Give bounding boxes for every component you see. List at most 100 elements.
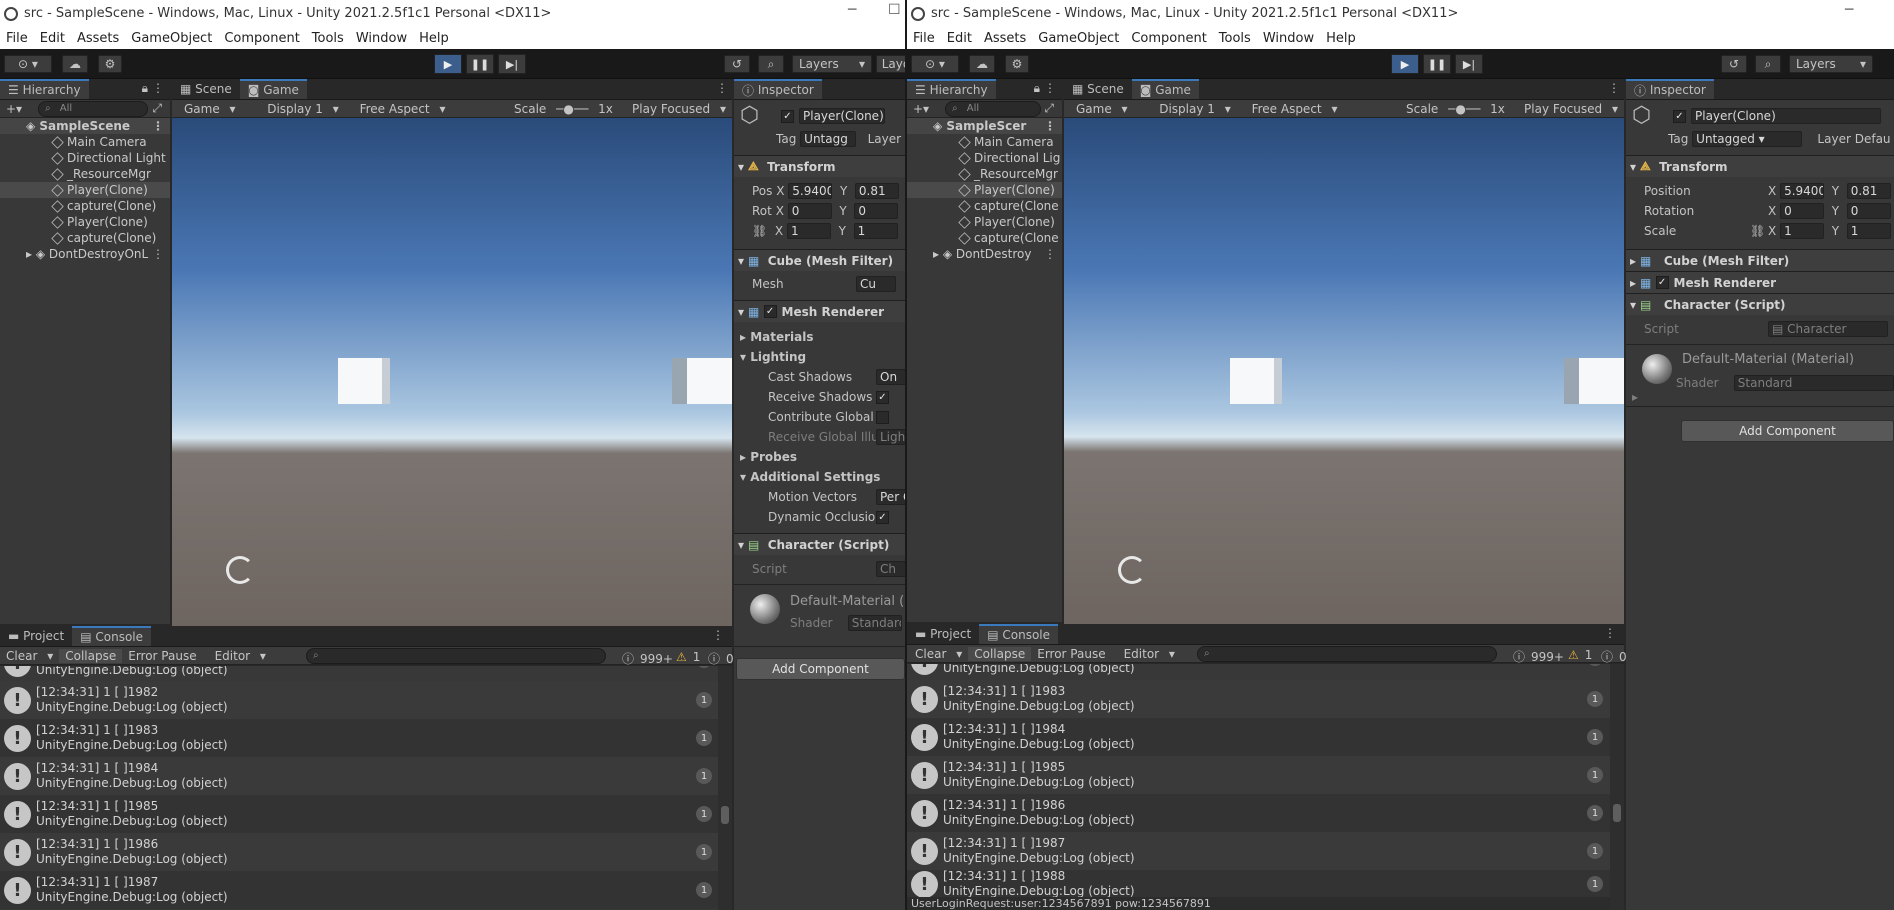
pos-x-field[interactable]: 5.9400 — [788, 183, 833, 199]
tab-console[interactable]: ▤ Console — [72, 626, 152, 646]
scale-slider[interactable]: Scale ─●── 1x — [1394, 102, 1512, 116]
expand-arrow-icon[interactable]: ▸ — [26, 247, 36, 261]
editor-dropdown[interactable]: Editor ▾ — [203, 649, 272, 663]
search-mode-icon[interactable]: ⤢ — [1038, 101, 1060, 116]
editor-dropdown[interactable]: Editor ▾ — [1112, 647, 1181, 661]
hierarchy-ddol-row[interactable]: ▸ ◈ DontDestroyOnL ⋮ — [26, 246, 170, 262]
active-checkbox[interactable]: ✓ — [1673, 109, 1686, 123]
menu-tools[interactable]: Tools — [1213, 31, 1257, 46]
hierarchy-item[interactable]: Player(Clone) — [51, 214, 148, 230]
hierarchy-item[interactable]: capture(Clone — [958, 198, 1059, 214]
shader-dropdown[interactable]: Standard — [847, 615, 902, 631]
cloud-icon[interactable]: ☁ — [62, 55, 88, 73]
mesh-filter-header[interactable]: ▾ ▦ Cube (Mesh Filter) — [734, 249, 905, 271]
mesh-renderer-header[interactable]: ▾ ▦ ✓ Mesh Renderer — [734, 300, 905, 322]
menu-file[interactable]: File — [0, 31, 34, 46]
log-entry[interactable]: ! [12:34:31] 1 [ ]1984 UnityEngine.Debug:L… — [907, 718, 1610, 756]
dynamic-occlusion-checkbox[interactable]: ✓ — [876, 510, 889, 524]
view-more-icon[interactable]: ⋮ — [716, 81, 728, 95]
scale-x-field[interactable]: 1 — [1780, 223, 1825, 239]
more-icon[interactable]: ⋮ — [1044, 81, 1056, 95]
link-icon[interactable]: ⛓ — [1750, 224, 1768, 238]
tag-dropdown[interactable]: Untagged ▾ — [1692, 131, 1803, 147]
menu-component[interactable]: Component — [1125, 31, 1212, 46]
tab-console[interactable]: ▤ Console — [979, 624, 1059, 644]
collapse-toggle[interactable]: Collapse — [968, 646, 1032, 661]
menu-file[interactable]: File — [907, 31, 941, 46]
hierarchy-item[interactable]: _ResourceMgr — [958, 166, 1058, 182]
log-entry[interactable]: ! [12:34:31] 1 [ ]1984 UnityEngine.Debug:L… — [0, 757, 718, 795]
hierarchy-scene-row[interactable]: ◈ SampleScer ⋮ — [907, 118, 1062, 134]
log-entry[interactable]: ! [12:34:31] 1 [ ]1986 UnityEngine.Debug:L… — [0, 833, 718, 871]
play-button[interactable]: ▶ — [434, 54, 462, 74]
log-entry[interactable]: ! [12:34:31] 1 [ ]1985 UnityEngine.Debug:L… — [907, 756, 1610, 794]
clear-button[interactable]: Clear ▾ — [0, 649, 59, 663]
hierarchy-item[interactable]: Directional Light — [51, 150, 166, 166]
tab-inspector[interactable]: ⓘ Inspector — [734, 79, 822, 99]
materials-foldout[interactable]: ▸ Materials — [740, 328, 814, 346]
layers-dropdown[interactable]: Layers ▾ — [1789, 55, 1873, 73]
active-checkbox[interactable]: ✓ — [781, 109, 794, 123]
scene-more-icon[interactable]: ⋮ — [152, 119, 164, 133]
error-count-badge[interactable]: ⓘ 0 — [1595, 648, 1639, 665]
rot-x-field[interactable]: 0 — [1780, 203, 1825, 219]
tab-scene[interactable]: ▦ Scene — [172, 79, 240, 99]
menu-edit[interactable]: Edit — [34, 31, 71, 46]
tab-project[interactable]: ▬ Project — [907, 624, 980, 644]
more-icon[interactable]: ⋮ — [152, 81, 164, 95]
tab-hierarchy[interactable]: ☰ Hierarchy — [0, 79, 89, 99]
log-entry[interactable]: ! [12:34:31] 1 [ ]1985 UnityEngine.Debug:L… — [0, 795, 718, 833]
tab-scene[interactable]: ▦ Scene — [1064, 79, 1132, 99]
renderer-enabled-checkbox[interactable]: ✓ — [763, 305, 777, 318]
tab-game[interactable]: ◙ Game — [239, 79, 307, 99]
log-entry[interactable]: ! [12:34:31] 1 [ ]1983 UnityEngine.Debug:L… — [907, 680, 1610, 718]
search-icon[interactable]: ⌕ — [1755, 55, 1781, 73]
history-icon[interactable]: ↺ — [724, 55, 750, 73]
add-icon[interactable]: +▾ — [907, 102, 935, 116]
pos-x-field[interactable]: 5.9400 — [1780, 183, 1825, 199]
menu-help[interactable]: Help — [413, 31, 455, 46]
hierarchy-item-selected[interactable]: Player(Clone) — [0, 182, 170, 198]
shader-dropdown[interactable]: Standard — [1733, 375, 1894, 391]
scale-y-field[interactable]: 1 — [853, 223, 898, 239]
hierarchy-item[interactable]: capture(Clone) — [51, 198, 156, 214]
aspect-dropdown[interactable]: Free Aspect ▾ — [348, 102, 502, 116]
link-icon[interactable]: ⛓ — [752, 224, 771, 238]
object-name-field[interactable]: Player(Clone) — [1691, 108, 1881, 124]
cloud-icon[interactable]: ☁ — [969, 55, 995, 73]
lock-icon[interactable]: 🔒︎ — [1034, 81, 1040, 96]
log-entry[interactable]: ! [12:34:31] 1 [ ]1987 UnityEngine.Debug:L… — [907, 832, 1610, 870]
scale-y-field[interactable]: 1 — [1846, 223, 1891, 239]
console-scrollbar[interactable] — [1610, 664, 1624, 910]
transform-header[interactable]: ▾ ⟁ Transform — [734, 155, 905, 177]
rot-y-field[interactable]: 0 — [1846, 203, 1891, 219]
scale-x-field[interactable]: 1 — [786, 223, 831, 239]
character-script-header[interactable]: ▾ ▤ Character (Script) — [1626, 293, 1894, 315]
game-mode-dropdown[interactable]: Game ▾ — [1064, 102, 1147, 116]
mesh-field[interactable]: Cu — [856, 276, 896, 292]
hierarchy-item[interactable]: Player(Clone) — [958, 214, 1055, 230]
rot-x-field[interactable]: 0 — [787, 203, 832, 219]
console-search-input[interactable]: ⌕ — [306, 648, 606, 664]
step-button[interactable]: ▶| — [1455, 54, 1483, 74]
material-expand-icon[interactable]: ▸ — [1632, 388, 1638, 406]
console-more-icon[interactable]: ⋮ — [1604, 626, 1616, 640]
hierarchy-item[interactable]: Directional Lig — [958, 150, 1060, 166]
play-focused-dropdown[interactable]: Play Focused ▾ — [1512, 102, 1624, 116]
add-icon[interactable]: +▾ — [0, 102, 28, 116]
console-scrollbar[interactable] — [718, 666, 732, 910]
play-focused-dropdown[interactable]: Play Focused ▾ — [620, 102, 732, 116]
minimize-icon[interactable]: ─ — [1845, 2, 1853, 18]
menu-window[interactable]: Window — [1257, 31, 1320, 46]
menu-edit[interactable]: Edit — [941, 31, 978, 46]
lock-icon[interactable]: 🔒︎ — [142, 81, 148, 96]
search-mode-icon[interactable]: ⤢ — [146, 101, 168, 116]
object-name-field[interactable]: Player(Clone) — [799, 108, 885, 124]
display-dropdown[interactable]: Display 1 ▾ — [1147, 102, 1239, 116]
hierarchy-item[interactable]: _ResourceMgr — [51, 166, 151, 182]
error-pause-toggle[interactable]: Error Pause — [1031, 647, 1111, 661]
character-script-header[interactable]: ▾ ▤ Character (Script) — [734, 533, 905, 555]
mesh-filter-header[interactable]: ▸ ▦ Cube (Mesh Filter) — [1626, 249, 1894, 271]
contribute-gi-checkbox[interactable] — [876, 410, 889, 424]
hierarchy-scene-row[interactable]: ◈ SampleScene ⋮ — [0, 118, 170, 134]
